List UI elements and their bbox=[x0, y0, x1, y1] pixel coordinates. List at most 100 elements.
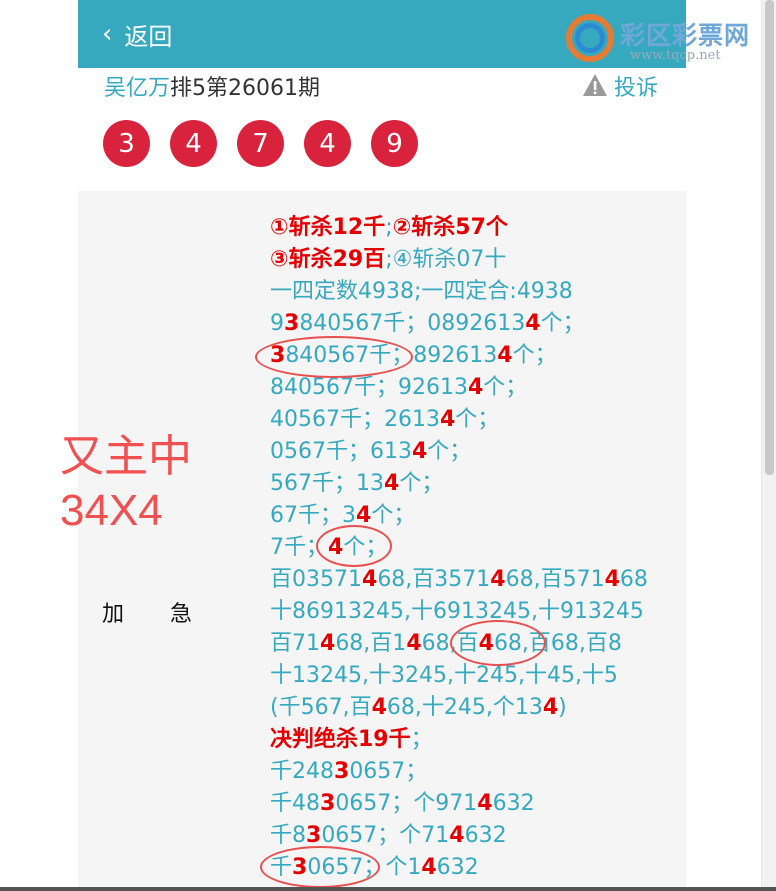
line-segment: 个； bbox=[343, 535, 388, 560]
prediction-line: 千830657；个714632 bbox=[270, 820, 680, 852]
line-segment: ①斩杀12千 bbox=[270, 215, 386, 240]
line-segment: 3 bbox=[306, 823, 322, 848]
line-segment: 3 bbox=[292, 855, 308, 880]
line-segment: 百03571 bbox=[270, 567, 362, 592]
line-segment: 4 bbox=[406, 631, 422, 656]
prediction-line: ③斩杀29百;④斩杀07十 bbox=[270, 244, 680, 276]
line-segment: 4 bbox=[542, 695, 559, 720]
line-segment: 个； bbox=[455, 407, 500, 432]
line-segment: 千248 bbox=[270, 759, 334, 784]
line-segment: 4 bbox=[449, 823, 465, 848]
line-segment: 4 bbox=[384, 471, 400, 496]
prediction-line: 0567千；6134个； bbox=[270, 436, 680, 468]
prediction-line: 千24830657； bbox=[270, 756, 680, 788]
line-segment: 个； bbox=[540, 311, 585, 336]
line-segment: 0567千；613 bbox=[270, 439, 412, 464]
ball: 7 bbox=[237, 120, 284, 167]
line-segment: 个； bbox=[512, 343, 557, 368]
hit-annotation-line1: 又主中 bbox=[60, 432, 192, 481]
line-segment: 0657； bbox=[349, 759, 428, 784]
line-segment: 4 bbox=[320, 631, 336, 656]
line-segment: 3 bbox=[334, 759, 350, 784]
line-segment: 9 bbox=[270, 311, 284, 336]
line-segment: 3 bbox=[270, 343, 286, 368]
prediction-line: 一四定数4938;一四定合:4938 bbox=[270, 276, 680, 308]
line-segment: 个； bbox=[427, 439, 472, 464]
line-segment: 4 bbox=[421, 855, 437, 880]
line-segment: ;④斩杀07十 bbox=[385, 247, 507, 272]
line-segment: 68,百1 bbox=[335, 631, 407, 656]
prediction-line: 93840567千；08926134个； bbox=[270, 308, 680, 340]
line-segment: 0657；个71 bbox=[321, 823, 450, 848]
ball: 9 bbox=[371, 120, 418, 167]
prediction-line: 7千；4个； bbox=[270, 532, 680, 564]
line-segment: 4 bbox=[477, 791, 493, 816]
hit-annotation: 又主中 34X4 bbox=[60, 430, 192, 538]
line-segment: 十86913245,十6913245,十913245 bbox=[270, 599, 644, 624]
ball: 3 bbox=[103, 120, 150, 167]
line-segment: 千48 bbox=[270, 791, 320, 816]
urgent-char-1: 加 bbox=[102, 602, 125, 627]
chevron-left-icon: ‹ bbox=[102, 19, 113, 49]
line-segment: 4 bbox=[411, 439, 428, 464]
line-segment: 67千；3 bbox=[270, 503, 356, 528]
line-segment: ; bbox=[385, 215, 393, 240]
line-segment: 632 bbox=[492, 791, 535, 816]
prediction-line: 67千；34个； bbox=[270, 500, 680, 532]
bottom-edge bbox=[0, 887, 776, 891]
line-segment: 4 bbox=[497, 343, 513, 368]
back-button[interactable]: ‹ 返回 bbox=[102, 16, 172, 52]
line-segment: 68,百 bbox=[421, 631, 479, 656]
line-segment: 3 bbox=[284, 311, 300, 336]
site-logo: 彩区彩票网 www.tqcp.net bbox=[566, 10, 776, 68]
line-segment: 个； bbox=[483, 375, 528, 400]
line-segment: 68 bbox=[619, 567, 648, 592]
line-segment: 4 bbox=[467, 375, 484, 400]
hit-annotation-line2: 34X4 bbox=[60, 486, 163, 535]
scrollbar[interactable] bbox=[761, 0, 776, 891]
line-segment: 千 bbox=[270, 855, 293, 880]
line-segment: 千8 bbox=[270, 823, 306, 848]
prediction-line: 十86913245,十6913245,十913245 bbox=[270, 596, 680, 628]
line-segment: 4 bbox=[604, 567, 620, 592]
line-segment: 4 bbox=[328, 535, 344, 560]
line-segment: 840567千；892613 bbox=[285, 343, 498, 368]
line-segment: 68,十245,个13 bbox=[386, 695, 543, 720]
urgent-label: 加急 bbox=[102, 596, 192, 628]
prediction-lines: ①斩杀12千;②斩杀57个 ③斩杀29百;④斩杀07十 一四定数4938;一四定合:… bbox=[270, 212, 680, 884]
scrollbar-thumb[interactable] bbox=[765, 0, 774, 475]
ball: 4 bbox=[304, 120, 351, 167]
line-segment: 个； bbox=[371, 503, 416, 528]
prediction-line: 3840567千；8926134个； bbox=[270, 340, 680, 372]
prediction-line: 百03571468,百3571468,百571468 bbox=[270, 564, 680, 596]
line-segment: 40567千；2613 bbox=[270, 407, 440, 432]
prediction-line: 十13245,十3245,十245,十45,十5 bbox=[270, 660, 680, 692]
prediction-line: 千4830657；个9714632 bbox=[270, 788, 680, 820]
line-segment: 4 bbox=[478, 631, 494, 656]
logo-url: www.tqcp.net bbox=[630, 48, 721, 63]
line-segment: 4 bbox=[490, 567, 506, 592]
line-segment: 632 bbox=[464, 823, 507, 848]
prediction-line: 决判绝杀19千； bbox=[270, 724, 680, 756]
line-segment: 632 bbox=[436, 855, 479, 880]
logo-name: 彩区彩票网 bbox=[620, 21, 751, 50]
warning-icon bbox=[582, 73, 608, 99]
back-label: 返回 bbox=[124, 22, 173, 51]
line-segment: ) bbox=[558, 695, 567, 720]
line-segment: ； bbox=[410, 727, 433, 752]
prediction-line: 千30657；个14632 bbox=[270, 852, 680, 884]
urgent-char-2: 急 bbox=[170, 602, 193, 627]
logo-swirl-inner bbox=[575, 23, 605, 53]
line-segment: 4 bbox=[439, 407, 456, 432]
line-segment: 0657；个1 bbox=[307, 855, 422, 880]
line-segment: (千567,百 bbox=[270, 695, 372, 720]
author-link[interactable]: 吴亿万 bbox=[104, 76, 170, 101]
line-segment: 68,百68,百8 bbox=[493, 631, 622, 656]
line-segment: 4 bbox=[362, 567, 378, 592]
ball: 4 bbox=[170, 120, 217, 167]
line-segment: 840567千；0892613 bbox=[299, 311, 526, 336]
complain-button[interactable]: 投诉 bbox=[582, 70, 658, 102]
line-segment: 68,百571 bbox=[505, 567, 605, 592]
post-title-bar: 吴亿万排5第26061期 投诉 bbox=[104, 70, 664, 104]
line-segment: 567千；13 bbox=[270, 471, 384, 496]
